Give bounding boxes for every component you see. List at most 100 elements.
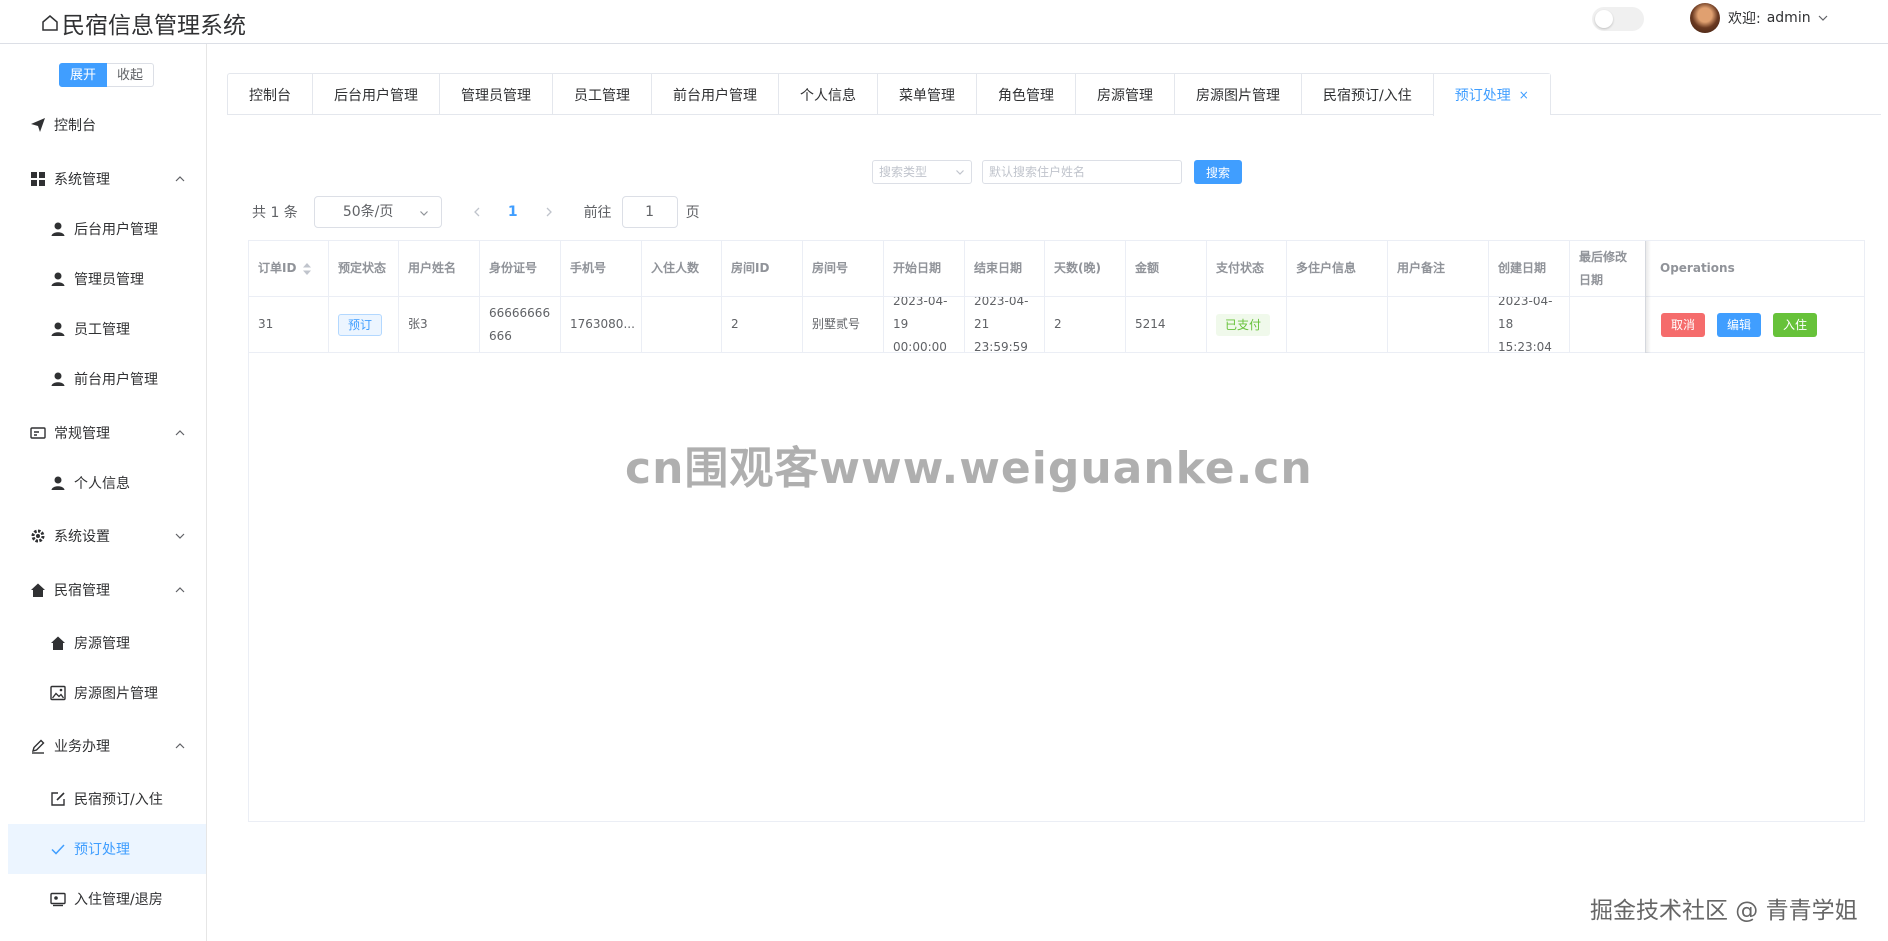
fixed-column-shadow [1645, 241, 1651, 353]
corner-watermark: 掘金技术社区 @ 青青学姐 [1590, 898, 1858, 924]
sidebar-item-booking-checkin[interactable]: 民宿预订/入住 [8, 774, 206, 824]
sidebar-item-profile[interactable]: 个人信息 [8, 458, 206, 508]
cell-phone: 1763080... [561, 297, 642, 352]
checkin-button[interactable]: 入住 [1773, 312, 1818, 337]
cell-guests [642, 297, 722, 352]
chevron-down-icon [419, 211, 428, 216]
tab-roles[interactable]: 角色管理 [976, 74, 1075, 115]
user-icon [51, 372, 65, 386]
tab-dashboard[interactable]: 控制台 [228, 74, 312, 115]
search-button[interactable]: 搜索 [1194, 160, 1242, 184]
tab-profile[interactable]: 个人信息 [778, 74, 877, 115]
user-icon [51, 272, 65, 286]
tab-staff[interactable]: 员工管理 [552, 74, 651, 115]
cell-user-name: 张3 [399, 297, 480, 352]
search-type-select[interactable]: 搜索类型 [872, 160, 972, 184]
table-header: 订单ID 预定状态 用户姓名 身份证号 手机号 入住人数 房间ID 房间号 开始… [249, 241, 1864, 297]
sidebar-item-business[interactable]: 业务办理 [8, 721, 206, 771]
avatar[interactable] [1690, 3, 1720, 33]
col-amount: 金额 [1126, 241, 1207, 296]
chevron-up-icon [175, 176, 185, 182]
pay-status-badge: 已支付 [1216, 313, 1271, 336]
goto-page-input[interactable] [621, 196, 678, 228]
col-operations: Operations [1660, 261, 1735, 275]
chevron-left-icon[interactable] [470, 205, 484, 219]
tab-menus[interactable]: 菜单管理 [877, 74, 976, 115]
sidebar-item-listing-images[interactable]: 房源图片管理 [8, 668, 206, 718]
cell-created: 2023-04-18 15:23:04 [1489, 297, 1570, 352]
sort-icon[interactable] [302, 262, 312, 276]
user-menu[interactable]: 欢迎: admin [1728, 8, 1829, 28]
home-icon [51, 636, 65, 650]
chevron-up-icon [175, 430, 185, 436]
tab-listing-images[interactable]: 房源图片管理 [1174, 74, 1301, 115]
sidebar-item-booking-processing[interactable]: 预订处理 [8, 824, 206, 874]
app-title-text: 民宿信息管理系统 [62, 13, 246, 39]
sidebar-item-checkin-checkout[interactable]: 入住管理/退房 [8, 874, 206, 924]
user-icon [51, 322, 65, 336]
edit-icon [51, 792, 65, 806]
sidebar-item-backend-users[interactable]: 后台用户管理 [8, 204, 206, 254]
picture-icon [50, 685, 66, 701]
center-watermark: cn围观客www.weiguanke.cn [625, 443, 1313, 494]
chevron-right-icon[interactable] [542, 205, 556, 219]
chevron-down-icon [956, 170, 964, 175]
send-icon [31, 118, 45, 132]
expand-button[interactable]: 展开 [59, 63, 108, 87]
status-badge: 预订 [338, 313, 383, 336]
col-order-id[interactable]: 订单ID [249, 241, 329, 296]
sidebar-item-general-management[interactable]: 常规管理 [8, 408, 206, 458]
user-icon [51, 476, 65, 490]
total-count: 共 1 条 [252, 205, 298, 221]
tab-booking-checkin[interactable]: 民宿预订/入住 [1301, 74, 1433, 115]
col-nights: 天数(晚) [1045, 241, 1126, 296]
id-card-icon [50, 892, 66, 907]
sidebar: 展开 收起 控制台 系统管理 后台用户管理 管理员管理 员工管理 前台用户管理 … [8, 44, 207, 941]
home-icon [31, 583, 45, 597]
col-end-date: 结束日期 [965, 241, 1045, 296]
collapse-button[interactable]: 收起 [107, 63, 155, 87]
sidebar-item-homestay-management[interactable]: 民宿管理 [8, 565, 206, 615]
sidebar-item-staff[interactable]: 员工管理 [8, 304, 206, 354]
page-number[interactable]: 1 [508, 204, 518, 220]
tab-booking-processing[interactable]: 预订处理 × [1432, 74, 1550, 116]
search-input[interactable] [982, 160, 1182, 184]
cancel-button[interactable]: 取消 [1661, 312, 1706, 337]
cell-order-id: 31 [249, 297, 329, 352]
sidebar-item-system-settings[interactable]: 系统设置 [8, 511, 206, 561]
cell-pay-status: 已支付 [1207, 297, 1287, 352]
tab-listings[interactable]: 房源管理 [1075, 74, 1174, 115]
username: admin [1766, 10, 1811, 26]
tab-admins[interactable]: 管理员管理 [439, 74, 552, 115]
col-pay-status: 支付状态 [1207, 241, 1287, 296]
sidebar-item-dashboard[interactable]: 控制台 [8, 100, 206, 150]
col-phone: 手机号 [561, 241, 642, 296]
col-user-name: 用户姓名 [399, 241, 480, 296]
sidebar-item-frontend-users[interactable]: 前台用户管理 [8, 354, 206, 404]
cell-operations: 取消 编辑 入住 [1651, 297, 1866, 352]
col-booking-status: 预定状态 [329, 241, 399, 296]
col-modified: 最后修改日期 [1570, 241, 1646, 296]
col-room-no: 房间号 [803, 241, 884, 296]
col-remark: 用户备注 [1388, 241, 1489, 296]
theme-toggle[interactable] [1592, 7, 1644, 31]
grid-icon [31, 172, 45, 186]
sidebar-item-admins[interactable]: 管理员管理 [8, 254, 206, 304]
col-start-date: 开始日期 [884, 241, 965, 296]
tab-frontend-users[interactable]: 前台用户管理 [651, 74, 778, 115]
cell-remark [1388, 297, 1489, 352]
chevron-down-icon [1818, 15, 1828, 21]
page-size-select[interactable]: 50条/页 [313, 196, 442, 228]
sidebar-item-listings[interactable]: 房源管理 [8, 618, 206, 668]
edit-button[interactable]: 编辑 [1717, 312, 1762, 337]
col-guests: 入住人数 [642, 241, 722, 296]
tab-label: 预订处理 [1454, 88, 1511, 104]
sidebar-item-system-management[interactable]: 系统管理 [8, 154, 206, 204]
chevron-up-icon [175, 587, 185, 593]
col-created: 创建日期 [1489, 241, 1570, 296]
tab-backend-users[interactable]: 后台用户管理 [312, 74, 439, 115]
cell-nights: 2 [1045, 297, 1126, 352]
close-icon[interactable]: × [1519, 88, 1529, 102]
gear-icon [31, 529, 45, 543]
col-multi-guest: 多住户信息 [1287, 241, 1388, 296]
